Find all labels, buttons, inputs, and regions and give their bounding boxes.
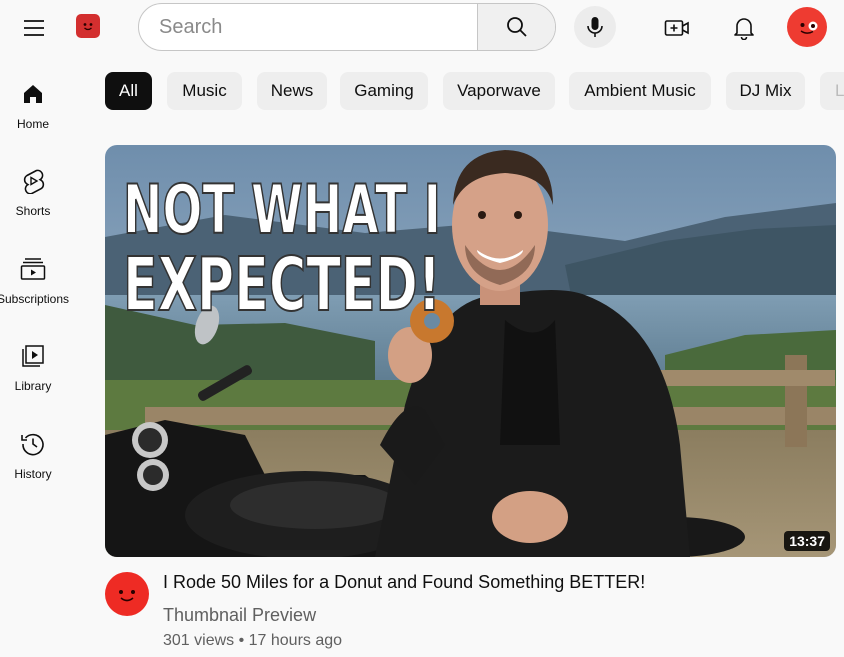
chip-vaporwave[interactable]: Vaporwave: [443, 72, 555, 110]
sidebar-item-subscriptions[interactable]: Subscriptions: [0, 239, 70, 319]
sidebar-item-library[interactable]: Library: [0, 326, 66, 406]
voice-search-button[interactable]: [574, 6, 616, 48]
bell-icon: [734, 18, 754, 40]
chip-label: L: [835, 81, 844, 100]
history-icon: [19, 430, 47, 458]
search-icon: [506, 17, 527, 37]
sidebar-item-home[interactable]: Home: [0, 64, 66, 144]
logo-icon: [83, 23, 93, 31]
channel-name[interactable]: Thumbnail Preview: [163, 605, 316, 626]
chip-dj-mix[interactable]: DJ Mix: [726, 72, 805, 110]
chip-gaming[interactable]: Gaming: [340, 72, 428, 110]
top-bar: [0, 0, 844, 56]
thumbnail-headline-line2: EXPECTED!: [123, 242, 441, 328]
menu-button[interactable]: [14, 8, 54, 48]
chip-label: News: [270, 81, 314, 100]
chip-label: Gaming: [354, 81, 414, 100]
chip-all[interactable]: All: [105, 72, 152, 110]
chip-label: Music: [182, 81, 227, 100]
video-thumbnail[interactable]: NOT WHAT I EXPECTED! 13:37: [105, 145, 836, 557]
home-icon: [19, 80, 47, 108]
chip-label: Vaporwave: [457, 81, 541, 100]
channel-avatar[interactable]: [105, 572, 149, 616]
chip-label: Ambient Music: [584, 81, 696, 100]
sidebar-item-shorts[interactable]: Shorts: [0, 151, 66, 231]
chip-partial[interactable]: L: [820, 72, 844, 110]
library-icon: [19, 342, 47, 370]
search-button[interactable]: [477, 4, 555, 50]
chip-music[interactable]: Music: [167, 72, 242, 110]
search-bar: [138, 3, 556, 51]
sidebar-item-label: Library: [14, 379, 52, 393]
sidebar-item-label: Subscriptions: [0, 292, 70, 306]
logo-button[interactable]: [76, 14, 100, 38]
create-icon: [664, 20, 689, 36]
chip-ambient-music[interactable]: Ambient Music: [569, 72, 711, 110]
duration-badge: 13:37: [784, 531, 830, 551]
create-button[interactable]: [656, 7, 698, 49]
search-input[interactable]: [139, 4, 477, 50]
account-avatar-button[interactable]: [787, 7, 827, 47]
chip-label: DJ Mix: [739, 81, 792, 100]
thumbnail-headline-line1: NOT WHAT I: [123, 171, 441, 250]
sidebar-item-label: Home: [16, 117, 49, 131]
sidebar-item-label: Shorts: [15, 204, 51, 218]
chip-news[interactable]: News: [257, 72, 327, 110]
notifications-button[interactable]: [722, 6, 766, 50]
thumbnail-image: NOT WHAT I EXPECTED!: [105, 145, 836, 557]
menu-icon: [24, 20, 44, 36]
mic-icon: [587, 17, 603, 37]
filter-chips: All Music News Gaming Vaporwave Ambient …: [105, 72, 844, 112]
video-stats: 301 views • 17 hours ago: [163, 632, 343, 649]
sidebar-item-history[interactable]: History: [0, 414, 66, 494]
sidebar-item-label: History: [14, 467, 52, 481]
video-title[interactable]: I Rode 50 Miles for a Donut and Found So…: [163, 572, 645, 593]
chip-label: All: [119, 81, 138, 100]
avatar-icon: [800, 21, 818, 34]
channel-avatar-icon: [119, 590, 135, 602]
shorts-icon: [19, 167, 47, 195]
subscriptions-icon: [19, 255, 47, 283]
